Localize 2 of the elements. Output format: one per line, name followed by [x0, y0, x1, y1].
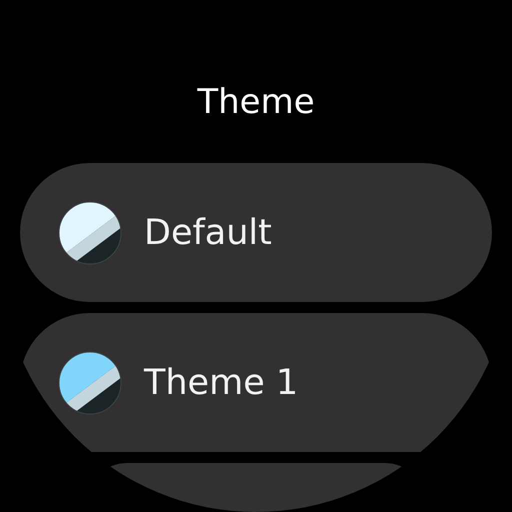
- theme-chip[interactable]: Default: [20, 163, 492, 302]
- screen-title: Theme: [197, 81, 315, 124]
